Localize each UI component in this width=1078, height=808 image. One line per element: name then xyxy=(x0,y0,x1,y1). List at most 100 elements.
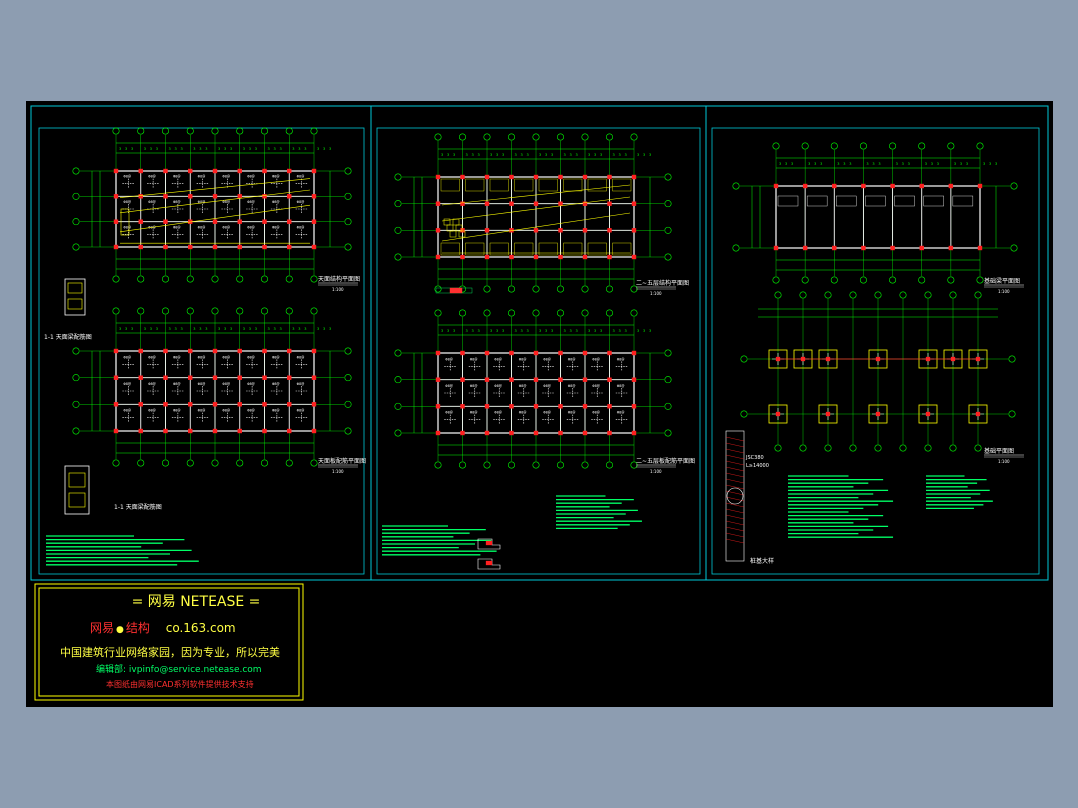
column-marker xyxy=(484,430,490,436)
dimension-text: 3 xyxy=(849,162,851,166)
column-marker xyxy=(832,183,837,189)
axis-bubble xyxy=(434,285,442,293)
column-marker xyxy=(237,402,242,407)
dimension-text: 3 xyxy=(205,147,207,151)
dimension-text: 3 xyxy=(527,153,529,157)
column-marker xyxy=(163,428,168,434)
rebar-text: Φ8@ xyxy=(198,382,206,386)
column-marker xyxy=(484,201,490,206)
rebar-text: Φ8@ xyxy=(494,411,502,415)
column-marker xyxy=(607,174,612,180)
dimension-text: 3 xyxy=(125,327,127,331)
pile-label: JSC380 xyxy=(745,455,764,461)
plan-title: 基础梁平面图 xyxy=(984,277,1020,285)
axis-bubble xyxy=(344,427,352,435)
rebar-section xyxy=(68,472,86,488)
dimension-text: 3 xyxy=(966,162,968,166)
column-marker xyxy=(138,219,143,224)
axis-bubble xyxy=(261,275,269,283)
rebar-mark xyxy=(122,178,135,189)
column-marker xyxy=(138,375,143,380)
axis-bubble xyxy=(186,307,194,315)
column-marker xyxy=(435,254,441,260)
rebar-text: Φ8@ xyxy=(247,200,255,204)
column-marker xyxy=(607,201,612,206)
dimension-text: 3 xyxy=(472,329,474,333)
column-marker xyxy=(262,348,267,354)
rebar-text: Φ8@ xyxy=(173,200,181,204)
axis-bubble xyxy=(72,243,80,251)
rebar-text: Φ8@ xyxy=(198,409,206,413)
column-marker xyxy=(460,228,465,233)
title-block-email[interactable]: ivpinfo@service.netease.com xyxy=(129,665,262,675)
rebar-mark xyxy=(468,388,481,398)
dimension-text: 3 xyxy=(317,147,319,151)
column-marker xyxy=(631,174,637,180)
rebar-text: Φ8@ xyxy=(592,357,600,361)
column-marker xyxy=(533,174,539,180)
column-marker xyxy=(558,201,563,206)
axis-bubble xyxy=(581,133,589,141)
dimension-text: 3 xyxy=(453,329,455,333)
rebar-text: Φ8@ xyxy=(247,175,255,179)
axis-bubble xyxy=(556,133,564,141)
dimension-text: 3 xyxy=(545,153,547,157)
rebar-mark xyxy=(615,414,628,425)
pile-hatch xyxy=(725,538,745,544)
dimension-text: 3 xyxy=(125,147,127,151)
column-marker xyxy=(484,377,490,382)
axis-bubble xyxy=(532,461,540,469)
axis-bubble xyxy=(732,244,740,252)
rebar-text: Φ8@ xyxy=(519,384,527,388)
axis-bubble xyxy=(507,285,515,293)
column-marker xyxy=(212,244,218,250)
rebar-text: Φ8@ xyxy=(173,409,181,413)
column-marker xyxy=(435,201,441,206)
dimension-text: 3 xyxy=(613,153,615,157)
dimension-text: 3 xyxy=(995,162,997,166)
rebar-text: Φ8@ xyxy=(272,355,280,359)
title-block-url[interactable]: co.163.com xyxy=(166,621,236,635)
rebar-text: Φ8@ xyxy=(297,200,305,204)
rebar-mark xyxy=(147,412,160,423)
cad-viewport[interactable]: 3 3 3 3 3 3 3 3 3 3 3 3 3 3 3 3 3 3 3 3 3 3 3 3 3 3 3 Φ8@ Φ8@ Φ8@ Φ8@ Φ… xyxy=(26,101,1053,707)
axis-bubble xyxy=(261,459,269,467)
dimension-text: 3 xyxy=(872,162,874,166)
room-label xyxy=(806,195,828,207)
rebar-text: Φ8@ xyxy=(247,409,255,413)
column-marker xyxy=(188,194,193,199)
pile-detail xyxy=(725,430,745,562)
column-marker xyxy=(237,194,242,199)
column-marker xyxy=(631,404,637,409)
rebar-mark xyxy=(270,359,283,370)
column-marker xyxy=(832,245,837,251)
cad-drawing[interactable]: 3 3 3 3 3 3 3 3 3 3 3 3 3 3 3 3 3 3 3 3 3 3 3 3 3 3 3Φ8@Φ8@Φ8@Φ8@Φ… xyxy=(26,101,1053,707)
column-marker xyxy=(509,350,514,356)
dimension-text: 3 xyxy=(255,147,257,151)
column-marker xyxy=(948,245,954,251)
rebar-mark xyxy=(171,359,184,370)
rebar-text: Φ8@ xyxy=(148,200,156,204)
axis-bubble xyxy=(394,349,402,357)
rebar-text: Φ8@ xyxy=(272,225,280,229)
axis-bubble xyxy=(344,243,352,251)
dimension-text: 3 xyxy=(131,147,133,151)
axis-bubble xyxy=(849,444,857,452)
column-marker xyxy=(311,375,317,380)
pile-hatch xyxy=(725,502,745,508)
rebar-text: Φ8@ xyxy=(445,357,453,361)
dimension-text: 3 xyxy=(292,147,294,151)
column-marker xyxy=(188,348,193,354)
rebar-text: Φ8@ xyxy=(247,225,255,229)
column-marker xyxy=(287,194,292,199)
column-marker xyxy=(607,228,612,233)
column-marker xyxy=(631,201,637,206)
column-marker xyxy=(509,174,514,180)
hatch-cell xyxy=(538,178,558,192)
plan-title: 基础平面图 xyxy=(984,447,1014,455)
column-marker xyxy=(773,245,779,251)
rebar-mark xyxy=(615,388,628,398)
axis-bubble xyxy=(344,167,352,175)
column-marker xyxy=(533,254,539,260)
title-block-line2: 网易 ● 结构 co.163.com xyxy=(90,619,236,636)
